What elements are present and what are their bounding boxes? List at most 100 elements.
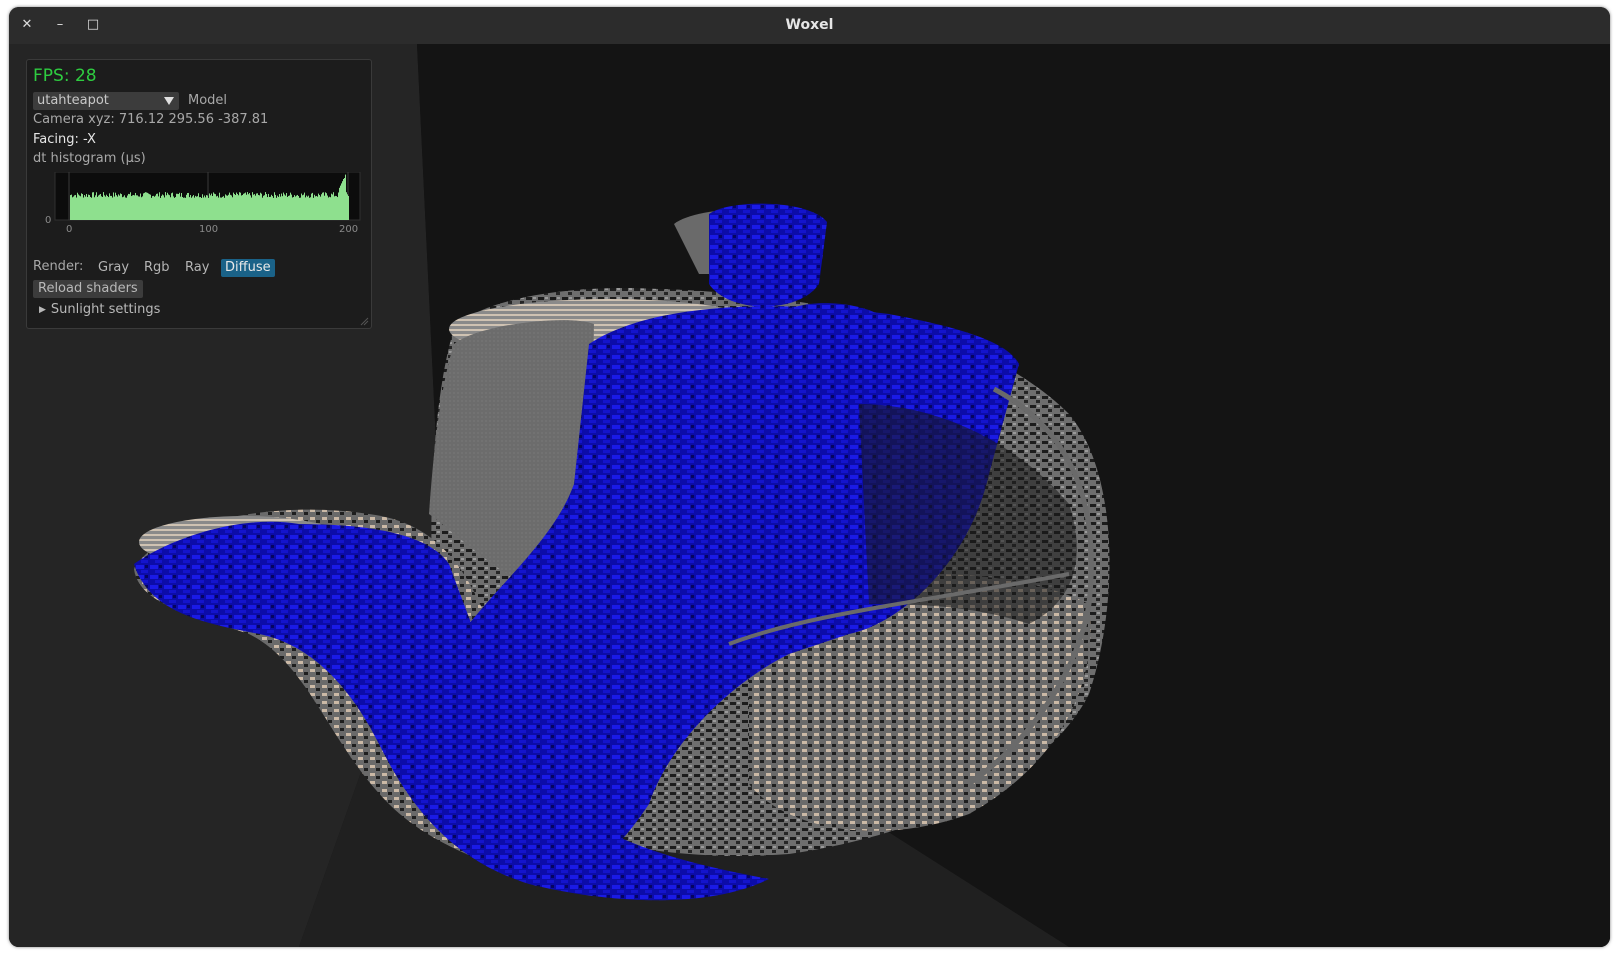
- histogram-bar: [79, 195, 80, 220]
- histogram-bar: [254, 194, 255, 220]
- histogram-bar: [191, 197, 192, 220]
- histogram-bar: [318, 193, 319, 220]
- histogram-bar: [240, 192, 241, 220]
- histogram-bar: [286, 193, 287, 220]
- histogram-bar: [235, 195, 236, 220]
- render-option-diffuse[interactable]: Diffuse: [221, 259, 275, 277]
- histogram-bar: [97, 196, 98, 220]
- histogram-bar: [327, 195, 328, 220]
- render-option-rgb[interactable]: Rgb: [140, 259, 174, 277]
- histogram-bar: [340, 185, 341, 220]
- histogram-bar: [93, 192, 94, 220]
- histogram-bar: [78, 194, 79, 220]
- render-viewport[interactable]: FPS: 28 utahteapot Model Camera xyz: 716…: [9, 44, 1610, 947]
- histogram-bar: [336, 196, 337, 220]
- histogram-bar: [276, 197, 277, 220]
- histogram-bar: [281, 193, 282, 220]
- sunlight-settings-toggle[interactable]: ▶ Sunlight settings: [39, 302, 160, 317]
- histogram-bar: [302, 195, 303, 220]
- histogram-bar: [259, 195, 260, 220]
- histogram-bar: [143, 193, 144, 220]
- histogram-bar: [203, 197, 204, 220]
- histogram-bar: [233, 192, 234, 220]
- histogram-bar: [149, 194, 150, 220]
- histogram-bar: [346, 192, 347, 220]
- histogram-bar: [245, 192, 246, 220]
- histogram-bar: [180, 196, 181, 220]
- histogram-bar: [250, 195, 251, 220]
- histogram-bar: [115, 192, 116, 220]
- histogram-bar: [295, 196, 296, 220]
- histogram-bar: [187, 193, 188, 220]
- histogram-bar: [184, 197, 185, 220]
- histogram-bar: [90, 196, 91, 220]
- histogram-bar: [222, 196, 223, 220]
- histogram-bar: [116, 195, 117, 220]
- histogram-bar: [260, 192, 261, 220]
- histogram-bar: [117, 196, 118, 220]
- histogram-bar: [244, 193, 245, 220]
- render-option-gray[interactable]: Gray: [94, 259, 133, 277]
- histogram-bar: [298, 196, 299, 220]
- histogram-bar: [236, 192, 237, 220]
- histogram-bar: [313, 197, 314, 220]
- debug-panel[interactable]: FPS: 28 utahteapot Model Camera xyz: 716…: [26, 59, 372, 329]
- histogram-bar: [183, 197, 184, 220]
- histogram-bar: [131, 196, 132, 220]
- histogram-bar: [301, 193, 302, 220]
- histogram-bar: [102, 196, 103, 220]
- histogram-bar: [261, 193, 262, 220]
- histogram-bar: [71, 194, 72, 220]
- model-select-value: utahteapot: [37, 93, 109, 108]
- histogram-bar: [190, 195, 191, 220]
- histogram-bar: [129, 194, 130, 220]
- model-select[interactable]: utahteapot: [33, 92, 179, 110]
- histogram-bar: [121, 194, 122, 220]
- histogram-bar: [83, 197, 84, 220]
- histogram-bar: [153, 195, 154, 220]
- histogram-bar: [77, 192, 78, 220]
- render-option-ray[interactable]: Ray: [181, 259, 213, 277]
- histogram-bar: [325, 192, 326, 220]
- histogram-bar: [99, 194, 100, 220]
- histogram-bar: [94, 197, 95, 220]
- histogram-bar: [320, 196, 321, 220]
- fps-counter: FPS: 28: [33, 66, 97, 86]
- histogram-bar: [226, 195, 227, 220]
- histogram-bar: [223, 196, 224, 220]
- histogram-y-tick: 0: [45, 215, 51, 226]
- histogram-bar: [100, 193, 101, 220]
- histogram-bar: [72, 197, 73, 220]
- histogram-bar: [221, 197, 222, 220]
- histogram-bar: [291, 194, 292, 220]
- reload-shaders-button[interactable]: Reload shaders: [33, 280, 143, 298]
- histogram-bar: [285, 195, 286, 220]
- histogram-bar: [80, 196, 81, 220]
- histogram-bar: [319, 195, 320, 220]
- histogram-bar: [330, 197, 331, 220]
- histogram-bar: [81, 193, 82, 220]
- histogram-bar: [269, 196, 270, 220]
- histogram-bar: [86, 193, 87, 220]
- histogram-bar: [125, 197, 126, 220]
- histogram-bar: [198, 193, 199, 220]
- histogram-bar: [278, 196, 279, 220]
- histogram-bar: [168, 194, 169, 220]
- histogram-bar: [306, 195, 307, 220]
- resize-grip-icon[interactable]: [359, 316, 369, 326]
- histogram-bar: [160, 197, 161, 220]
- histogram-bar: [194, 197, 195, 220]
- histogram-bar: [166, 195, 167, 220]
- histogram-bar: [163, 195, 164, 220]
- histogram-bar: [345, 174, 346, 220]
- histogram-bar: [207, 195, 208, 220]
- histogram-bar: [227, 195, 228, 220]
- histogram-bar: [280, 196, 281, 220]
- histogram-bar: [135, 192, 136, 220]
- histogram-bar: [329, 196, 330, 220]
- histogram-bar: [85, 196, 86, 220]
- histogram-bar: [267, 197, 268, 220]
- histogram-bar: [292, 197, 293, 220]
- histogram-bar: [148, 193, 149, 220]
- render-label: Render:: [33, 259, 84, 274]
